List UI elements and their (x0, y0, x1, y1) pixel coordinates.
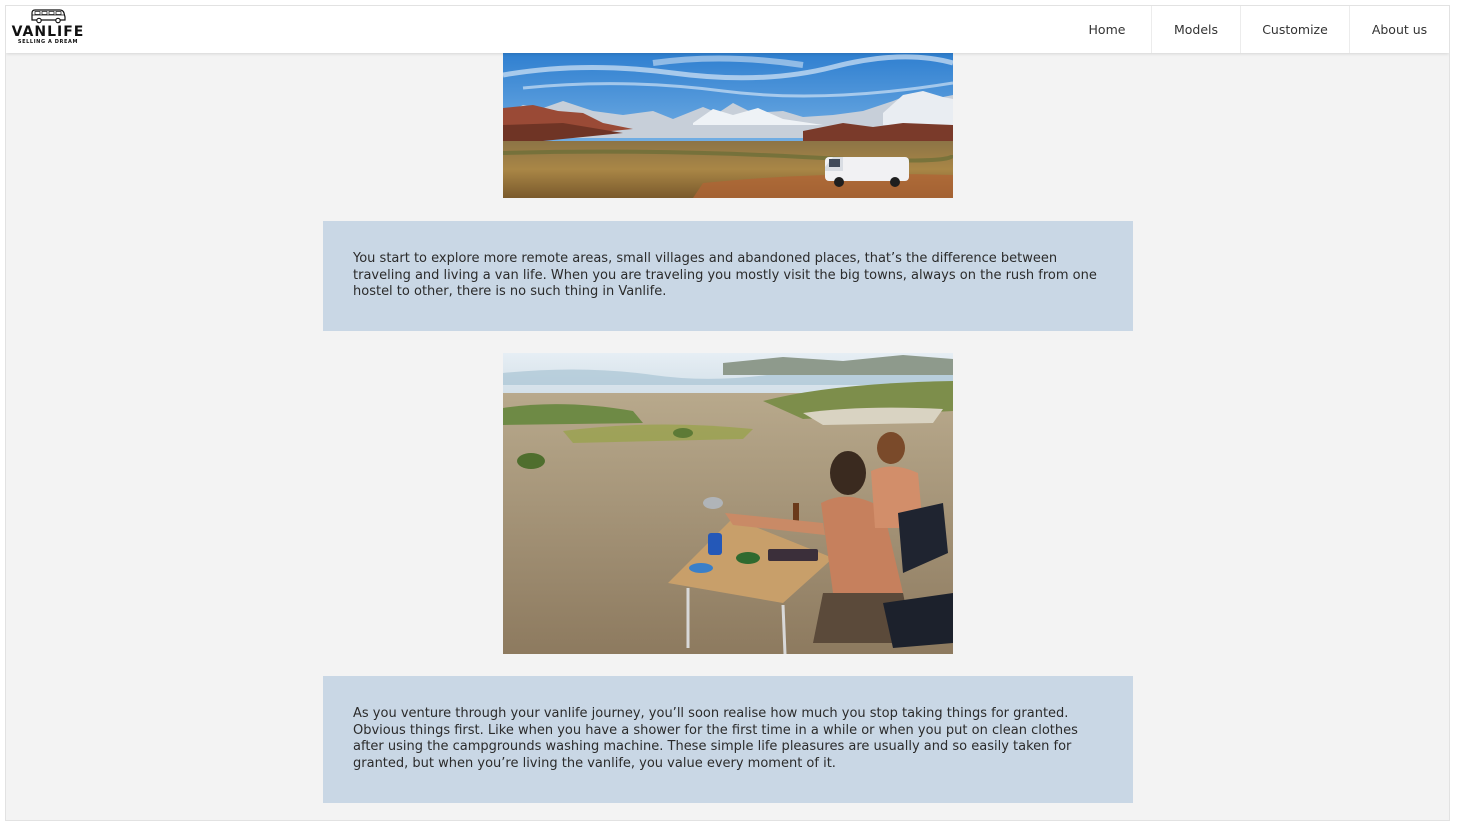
site-logo[interactable]: VANLIFE SELLING A DREAM (9, 8, 87, 50)
beach-camping-photo (503, 353, 953, 654)
desert-van-photo (503, 53, 953, 198)
nav-customize-link[interactable]: Customize (1240, 6, 1349, 53)
nav-models-link[interactable]: Models (1151, 6, 1240, 53)
top-navbar: VANLIFE SELLING A DREAM Home Models Cust… (6, 6, 1449, 53)
page-frame: VANLIFE SELLING A DREAM Home Models Cust… (5, 5, 1450, 821)
logo-tagline: SELLING A DREAM (17, 39, 79, 45)
main-nav: Home Models Customize About us (1063, 6, 1449, 53)
story-paragraph: You start to explore more remote areas, … (353, 251, 1097, 300)
van-logo-icon (31, 9, 66, 24)
next-photo-edge (506, 820, 956, 821)
story-card: You start to explore more remote areas, … (323, 221, 1133, 331)
nav-home-link[interactable]: Home (1063, 6, 1151, 53)
logo-name: VANLIFE (11, 24, 85, 40)
nav-about-link[interactable]: About us (1349, 6, 1449, 53)
story-card: As you venture through your vanlife jour… (323, 676, 1133, 803)
story-paragraph: As you venture through your vanlife jour… (353, 706, 1078, 772)
